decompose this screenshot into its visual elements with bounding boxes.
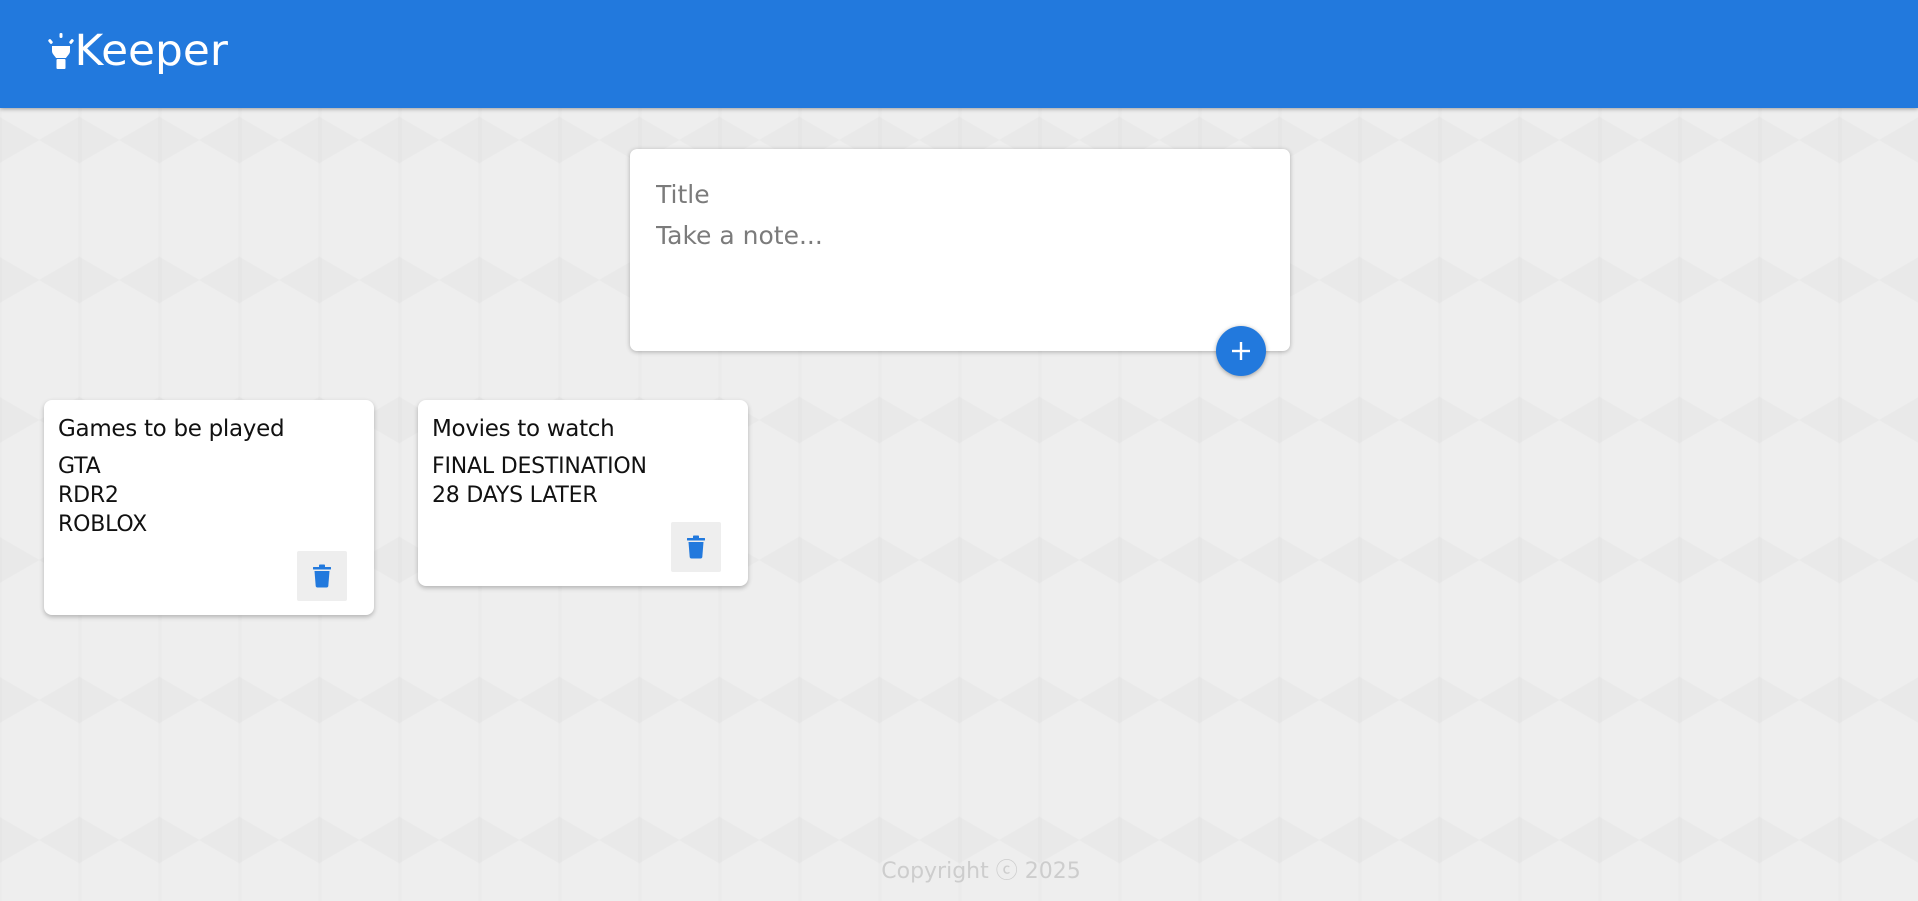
app-title: Keeper (74, 26, 228, 76)
note-content: GTA RDR2 ROBLOX (58, 452, 360, 539)
note-input[interactable] (656, 221, 1256, 331)
copyright-text: Copyright ⓒ 2025 (881, 859, 1081, 884)
title-input[interactable] (656, 177, 1256, 211)
trash-icon (687, 535, 705, 559)
delete-note-button[interactable] (671, 522, 721, 572)
plus-icon (1232, 342, 1250, 360)
note-line: FINAL DESTINATION (432, 454, 647, 479)
note-composer (630, 149, 1290, 351)
brand: Keeper (46, 26, 228, 76)
lightbulb-icon (48, 32, 74, 69)
delete-note-button[interactable] (297, 551, 347, 601)
note-line: ROBLOX (58, 512, 147, 537)
footer: Copyright ⓒ 2025 (0, 853, 1918, 885)
note-title: Movies to watch (432, 416, 615, 442)
note-line: GTA (58, 454, 101, 479)
note-title: Games to be played (58, 416, 285, 442)
note-card: Games to be played GTA RDR2 ROBLOX (44, 400, 374, 615)
note-content: FINAL DESTINATION 28 DAYS LATER (432, 452, 734, 510)
note-line: 28 DAYS LATER (432, 483, 598, 508)
note-card: Movies to watch FINAL DESTINATION 28 DAY… (418, 400, 748, 586)
trash-icon (313, 564, 331, 588)
note-line: RDR2 (58, 483, 119, 508)
app-header: Keeper (0, 0, 1918, 108)
add-note-button[interactable] (1216, 326, 1266, 376)
